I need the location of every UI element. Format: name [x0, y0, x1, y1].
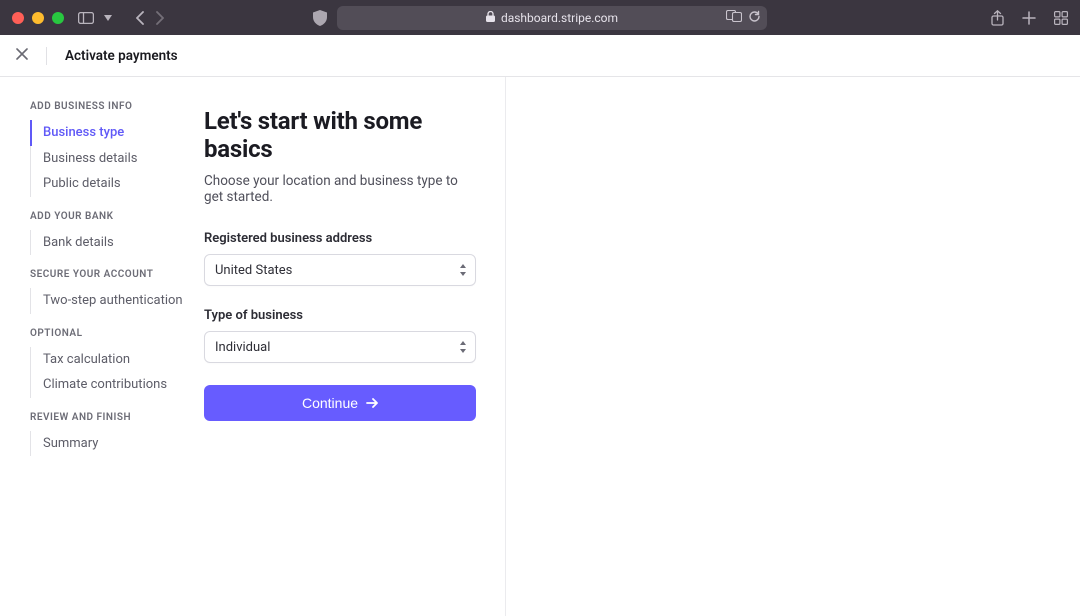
nav-item-summary[interactable]: Summary [30, 431, 203, 457]
field-label-address: Registered business address [204, 231, 476, 246]
window-controls [12, 12, 64, 24]
nav-item-public-details[interactable]: Public details [30, 171, 203, 197]
translate-icon[interactable] [726, 10, 742, 26]
nav-item-two-step-auth[interactable]: Two-step authentication [30, 288, 203, 314]
reload-icon[interactable] [748, 10, 761, 26]
header-divider [46, 47, 47, 65]
continue-label: Continue [302, 395, 358, 411]
nav-item-tax-calculation[interactable]: Tax calculation [30, 347, 203, 373]
lock-icon [486, 11, 495, 25]
form-column: Let's start with some basics Choose your… [203, 77, 505, 616]
onboarding-sidebar: ADD BUSINESS INFO Business type Business… [0, 77, 203, 616]
field-business-type: Type of business Individual [204, 308, 476, 363]
field-business-address: Registered business address United State… [204, 231, 476, 286]
nav-item-business-type[interactable]: Business type [30, 120, 203, 146]
select-value: United States [215, 263, 292, 278]
field-label-type: Type of business [204, 308, 476, 323]
page: Activate payments ADD BUSINESS INFO Busi… [0, 35, 1080, 616]
nav-group-secure-account: SECURE YOUR ACCOUNT Two-step authenticat… [30, 269, 203, 314]
nav-group-add-business-info: ADD BUSINESS INFO Business type Business… [30, 101, 203, 197]
window-minimize-button[interactable] [32, 12, 44, 24]
page-header: Activate payments [0, 35, 1080, 77]
nav-heading: OPTIONAL [30, 328, 203, 339]
address-bar[interactable]: dashboard.stripe.com [337, 6, 767, 30]
privacy-shield-icon[interactable] [313, 10, 327, 26]
nav-item-bank-details[interactable]: Bank details [30, 230, 203, 256]
chevron-down-icon[interactable] [104, 15, 112, 21]
nav-heading: ADD YOUR BANK [30, 211, 203, 222]
nav-forward-button[interactable] [155, 11, 164, 25]
nav-item-business-details[interactable]: Business details [30, 146, 203, 172]
updown-caret-icon [459, 264, 467, 276]
new-tab-icon[interactable] [1022, 11, 1036, 25]
window-close-button[interactable] [12, 12, 24, 24]
nav-heading: SECURE YOUR ACCOUNT [30, 269, 203, 280]
nav-group-review-finish: REVIEW AND FINISH Summary [30, 412, 203, 457]
tab-overview-icon[interactable] [1054, 11, 1068, 25]
nav-group-add-your-bank: ADD YOUR BANK Bank details [30, 211, 203, 256]
nav-heading: REVIEW AND FINISH [30, 412, 203, 423]
select-business-address[interactable]: United States [204, 254, 476, 286]
page-title: Activate payments [65, 48, 178, 64]
nav-group-optional: OPTIONAL Tax calculation Climate contrib… [30, 328, 203, 398]
nav-heading: ADD BUSINESS INFO [30, 101, 203, 112]
close-icon[interactable] [16, 48, 28, 64]
nav-back-button[interactable] [136, 11, 145, 25]
window-zoom-button[interactable] [52, 12, 64, 24]
browser-chrome: dashboard.stripe.com [0, 0, 1080, 35]
select-business-type[interactable]: Individual [204, 331, 476, 363]
form-title: Let's start with some basics [204, 107, 476, 163]
select-value: Individual [215, 340, 270, 355]
right-empty-pane [505, 77, 1080, 616]
form-subtitle: Choose your location and business type t… [204, 173, 476, 205]
share-icon[interactable] [991, 10, 1004, 26]
continue-button[interactable]: Continue [204, 385, 476, 421]
updown-caret-icon [459, 341, 467, 353]
arrow-right-icon [366, 396, 378, 411]
sidebar-toggle-icon[interactable] [78, 12, 94, 24]
address-bar-url: dashboard.stripe.com [501, 11, 618, 25]
nav-item-climate-contributions[interactable]: Climate contributions [30, 372, 203, 398]
